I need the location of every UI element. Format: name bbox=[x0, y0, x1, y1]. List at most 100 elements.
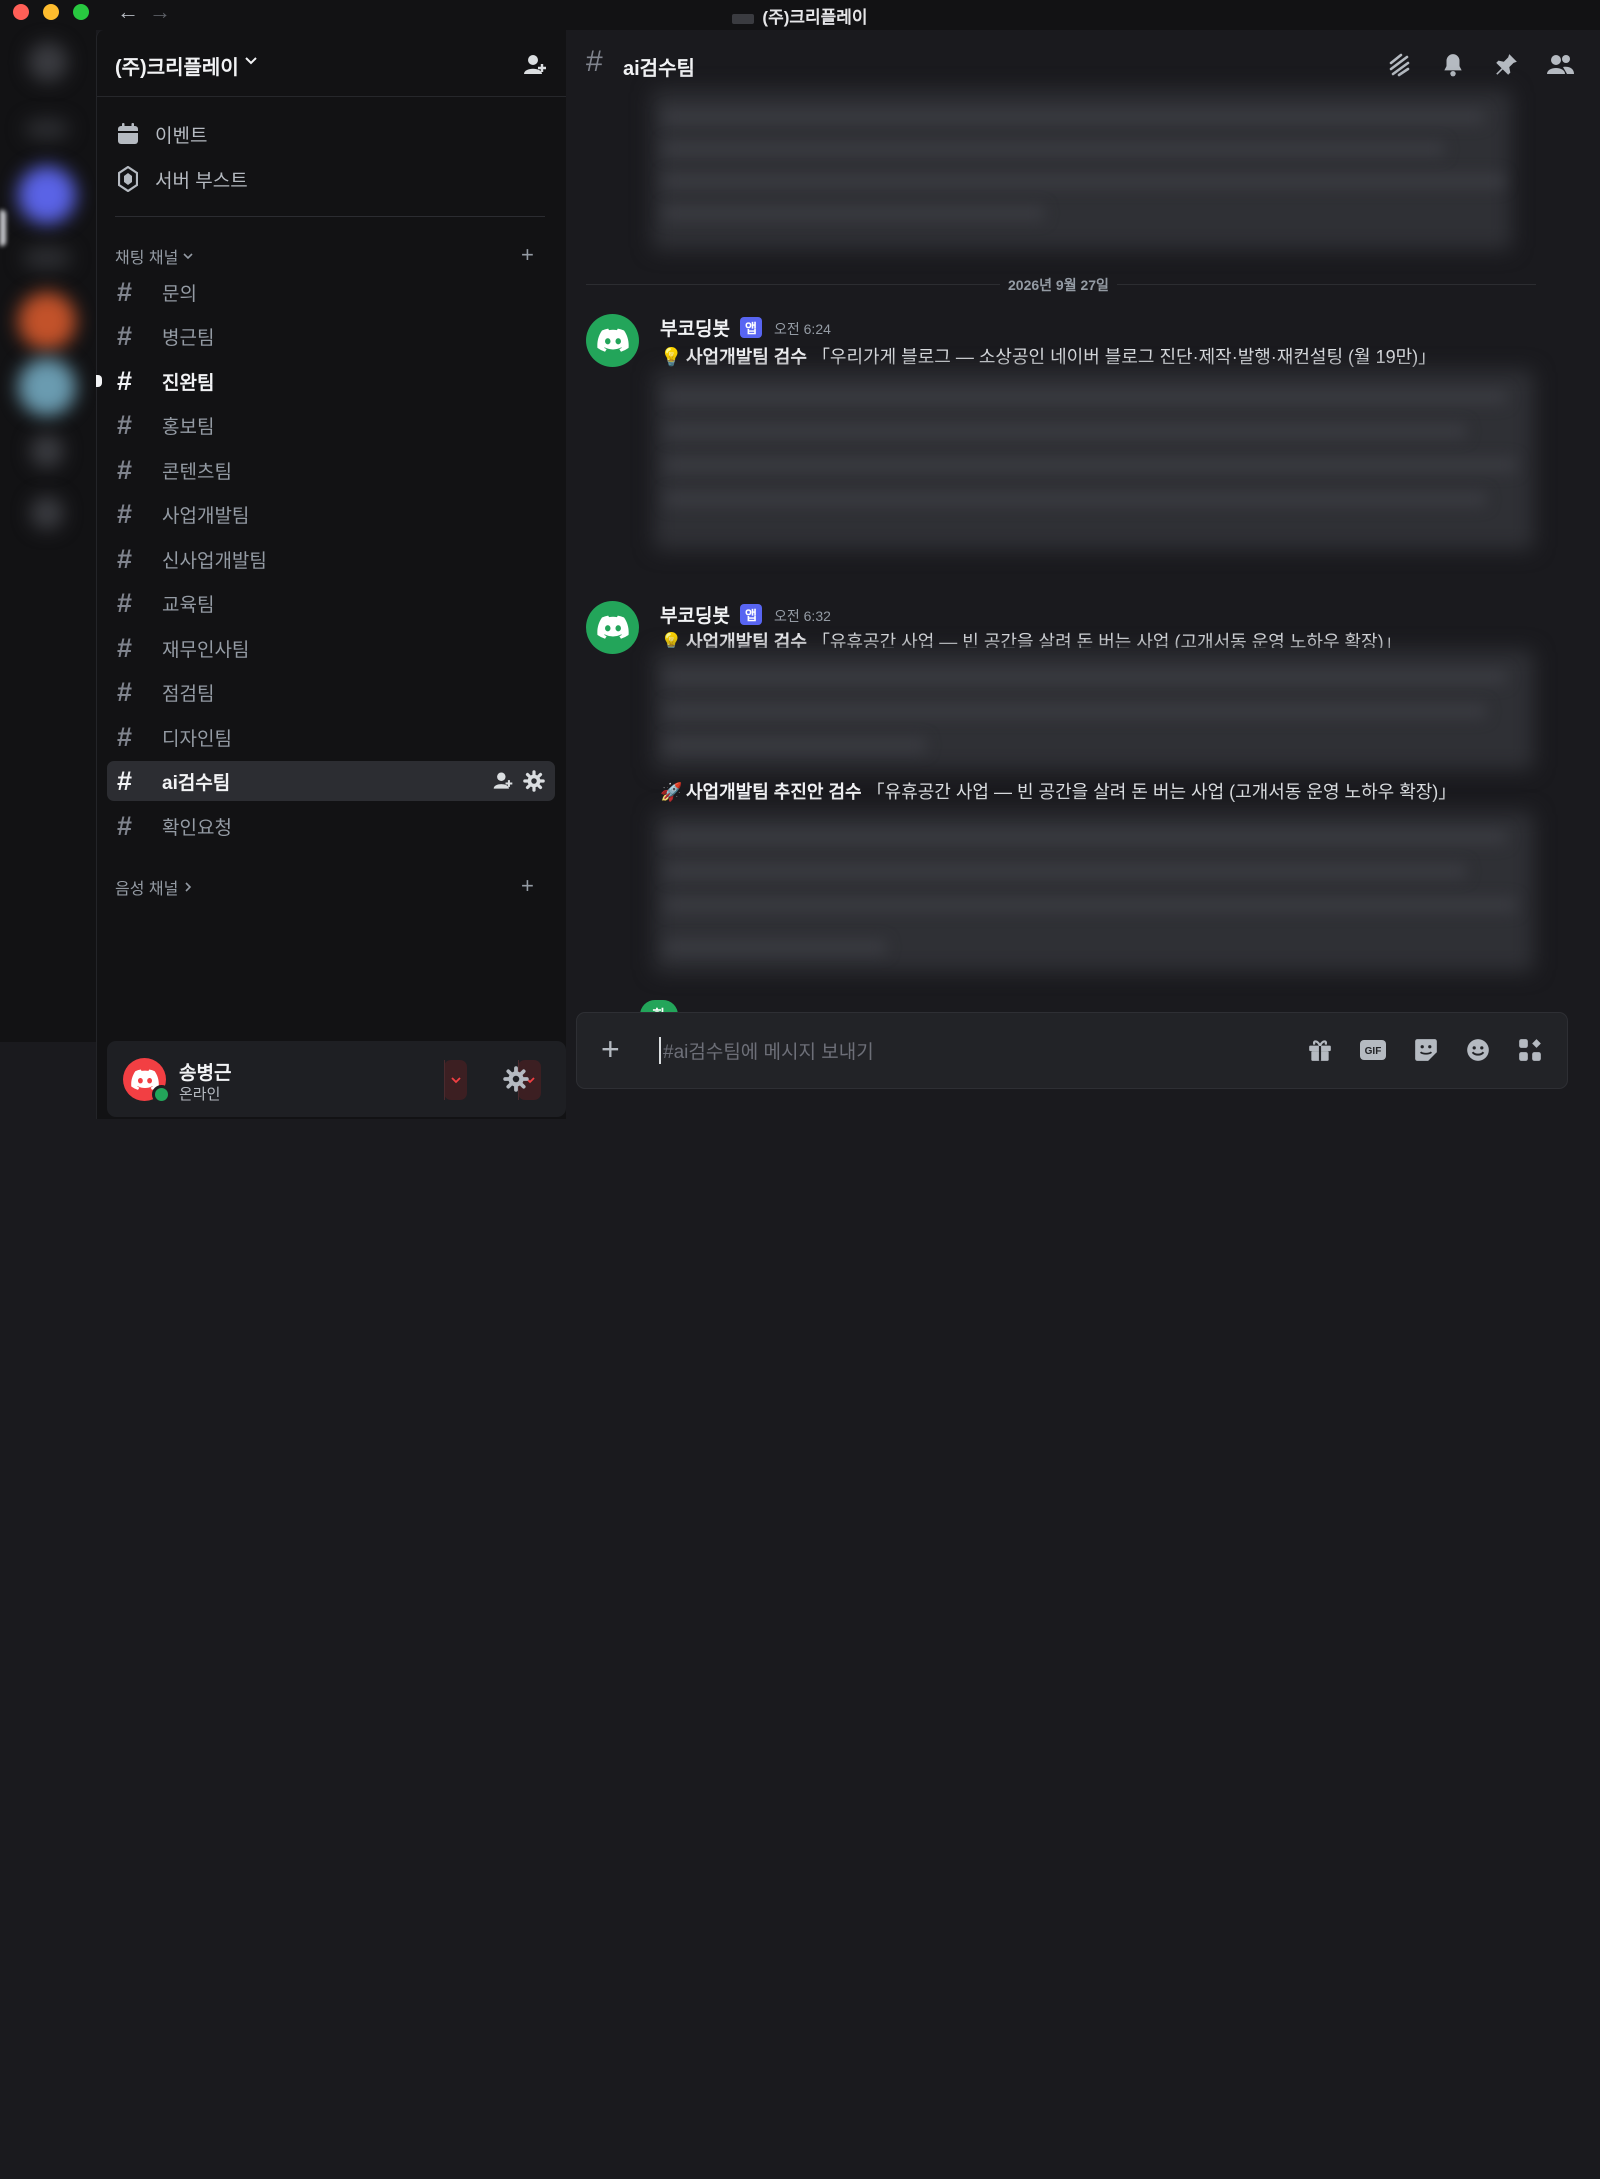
channel-label: 점검팀 bbox=[162, 683, 215, 705]
channel-item-재무인사팀[interactable]: # 재무인사팀 bbox=[107, 628, 555, 668]
server-header[interactable]: (주)크리플레이 bbox=[97, 30, 577, 97]
server-icon[interactable] bbox=[28, 42, 68, 82]
message-bold-text: 사업개발팀 검수 bbox=[686, 347, 807, 367]
bot-avatar[interactable] bbox=[586, 314, 639, 367]
mute-button[interactable] bbox=[1010, 1090, 1052, 2179]
channel-label: 문의 bbox=[162, 283, 197, 305]
create-voice-channel-button[interactable]: + bbox=[521, 875, 534, 897]
server-icon[interactable] bbox=[18, 166, 76, 224]
unread-indicator bbox=[96, 375, 102, 387]
selected-server-indicator bbox=[0, 210, 6, 246]
hashtag-icon: # bbox=[117, 721, 133, 752]
message-author[interactable]: 부코딩봇 bbox=[660, 601, 730, 628]
channel-item-디자인팀[interactable]: # 디자인팀 bbox=[107, 717, 555, 757]
apps-icon[interactable] bbox=[1517, 1037, 1543, 1063]
message-composer: + #ai검수팀에 메시지 보내기 GIF bbox=[576, 1012, 1568, 1089]
hashtag-icon: # bbox=[117, 409, 133, 440]
blurred-text-line bbox=[666, 898, 1516, 912]
channel-item-점검팀[interactable]: # 점검팀 bbox=[107, 672, 555, 712]
message-line: 💡 사업개발팀 검수 「우리가게 블로그 — 소상공인 네이버 블로그 진단·제작… bbox=[660, 343, 1436, 369]
blurred-text-line bbox=[666, 492, 1486, 506]
channel-label: 병근팀 bbox=[162, 327, 215, 349]
category-label: 채팅 채널 bbox=[115, 250, 179, 267]
hashtag-icon: # bbox=[117, 543, 133, 574]
message-author[interactable]: 부코딩봇 bbox=[660, 314, 730, 341]
invite-people-icon[interactable] bbox=[522, 52, 548, 78]
channel-item-신사업개발팀[interactable]: # 신사업개발팀 bbox=[107, 539, 555, 579]
category-label: 음성 채널 bbox=[115, 881, 179, 898]
window-title-text: (주)크리플레이 bbox=[762, 8, 868, 27]
chevron-down-icon[interactable] bbox=[244, 56, 258, 66]
blurred-text-line bbox=[666, 704, 1486, 718]
channel-item-콘텐츠팀[interactable]: # 콘텐츠팀 bbox=[107, 450, 555, 490]
blurred-text-line bbox=[664, 142, 1444, 156]
mute-control bbox=[444, 1060, 1052, 2179]
server-mini-icon bbox=[732, 13, 755, 24]
message-line-clip: 💡 사업개발팀 검수 「유휴공간 사업 — 빈 공간을 살려 돈 버는 사업 (고… bbox=[566, 628, 1600, 648]
create-invite-icon[interactable] bbox=[492, 770, 514, 792]
blurred-text-line bbox=[664, 110, 1484, 124]
server-name[interactable]: (주)크리플레이 bbox=[115, 51, 239, 80]
blurred-text-line bbox=[666, 670, 1506, 684]
message-input[interactable]: #ai검수팀에 메시지 보내기 bbox=[659, 1037, 874, 1064]
blurred-text-line bbox=[666, 738, 926, 752]
hashtag-icon: # bbox=[117, 498, 133, 529]
server-boost-label: 서버 부스트 bbox=[155, 170, 248, 192]
member-list-icon[interactable] bbox=[1546, 52, 1574, 78]
channel-label: 사업개발팀 bbox=[162, 505, 250, 527]
user-name[interactable]: 송병근 bbox=[179, 1058, 231, 1085]
channel-item-홍보팀[interactable]: # 홍보팀 bbox=[107, 405, 555, 445]
window-title: (주)크리플레이 bbox=[0, 3, 1600, 28]
server-icon[interactable] bbox=[30, 496, 64, 530]
hashtag-icon: # bbox=[117, 632, 133, 663]
channel-item-진완팀[interactable]: # 진완팀 bbox=[96, 361, 555, 401]
message-bold-text: 사업개발팀 추진안 검수 bbox=[686, 782, 862, 802]
deafen-button[interactable] bbox=[1084, 1090, 1126, 2179]
bell-icon[interactable] bbox=[1440, 52, 1466, 78]
server-icon[interactable] bbox=[24, 118, 70, 140]
sticker-icon[interactable] bbox=[1413, 1037, 1439, 1063]
attach-plus-button[interactable]: + bbox=[601, 1033, 620, 1065]
events-link[interactable]: 이벤트 bbox=[115, 116, 207, 152]
boost-icon bbox=[115, 166, 141, 192]
category-text-channels[interactable]: 채팅 채널 bbox=[115, 244, 194, 268]
hashtag-icon: # bbox=[117, 676, 133, 707]
hashtag-icon: # bbox=[117, 765, 133, 796]
channel-item-병근팀[interactable]: # 병근팀 bbox=[107, 316, 555, 356]
blurred-text-line bbox=[664, 206, 1044, 220]
gif-icon[interactable]: GIF bbox=[1359, 1037, 1387, 1063]
chat-area: # ai검수팀 2026년 9월 27일 부코딩봇 앱 오전 6:24 💡 사업개… bbox=[566, 30, 1600, 1119]
server-icon[interactable] bbox=[18, 292, 76, 350]
channel-item-ai검수팀[interactable]: # ai검수팀 bbox=[107, 761, 555, 801]
channel-item-확인요청[interactable]: # 확인요청 bbox=[107, 806, 555, 846]
hashtag-icon: # bbox=[117, 810, 133, 841]
channel-item-교육팀[interactable]: # 교육팀 bbox=[107, 583, 555, 623]
create-text-channel-button[interactable]: + bbox=[521, 244, 534, 266]
server-icon[interactable] bbox=[30, 434, 64, 468]
blurred-text-line bbox=[664, 174, 1504, 188]
gear-icon[interactable] bbox=[523, 770, 545, 792]
user-settings-gear-icon[interactable] bbox=[503, 1066, 529, 1092]
app-tag-badge: 앱 bbox=[740, 317, 762, 338]
server-rail bbox=[0, 30, 96, 1042]
channel-item-문의[interactable]: # 문의 bbox=[107, 272, 555, 312]
category-voice-channels[interactable]: 음성 채널 bbox=[115, 875, 194, 899]
lightbulb-icon: 💡 bbox=[660, 347, 683, 367]
emoji-icon[interactable] bbox=[1465, 1037, 1491, 1063]
pin-icon[interactable] bbox=[1493, 52, 1519, 78]
server-icon[interactable] bbox=[18, 358, 76, 416]
message-text: 「유휴공간 사업 — 빈 공간을 살려 돈 버는 사업 (고개서동 운영 노하우… bbox=[866, 782, 1457, 802]
channel-item-사업개발팀[interactable]: # 사업개발팀 bbox=[107, 494, 555, 534]
message-line: 💡 사업개발팀 검수 「유휴공간 사업 — 빈 공간을 살려 돈 버는 사업 (고… bbox=[660, 628, 1402, 648]
channel-label: 진완팀 bbox=[162, 372, 215, 394]
lightbulb-icon: 💡 bbox=[660, 632, 683, 648]
server-boost-link[interactable]: 서버 부스트 bbox=[115, 161, 248, 197]
date-label: 2026년 9월 27일 bbox=[1000, 275, 1117, 295]
server-icon[interactable] bbox=[22, 246, 72, 270]
threads-icon[interactable] bbox=[1386, 52, 1412, 78]
channel-label: ai검수팀 bbox=[162, 772, 231, 794]
channel-title: ai검수팀 bbox=[623, 58, 695, 80]
gift-icon[interactable] bbox=[1307, 1037, 1333, 1063]
mute-options-button[interactable] bbox=[444, 1060, 467, 1100]
channel-label: 콘텐츠팀 bbox=[162, 461, 232, 483]
